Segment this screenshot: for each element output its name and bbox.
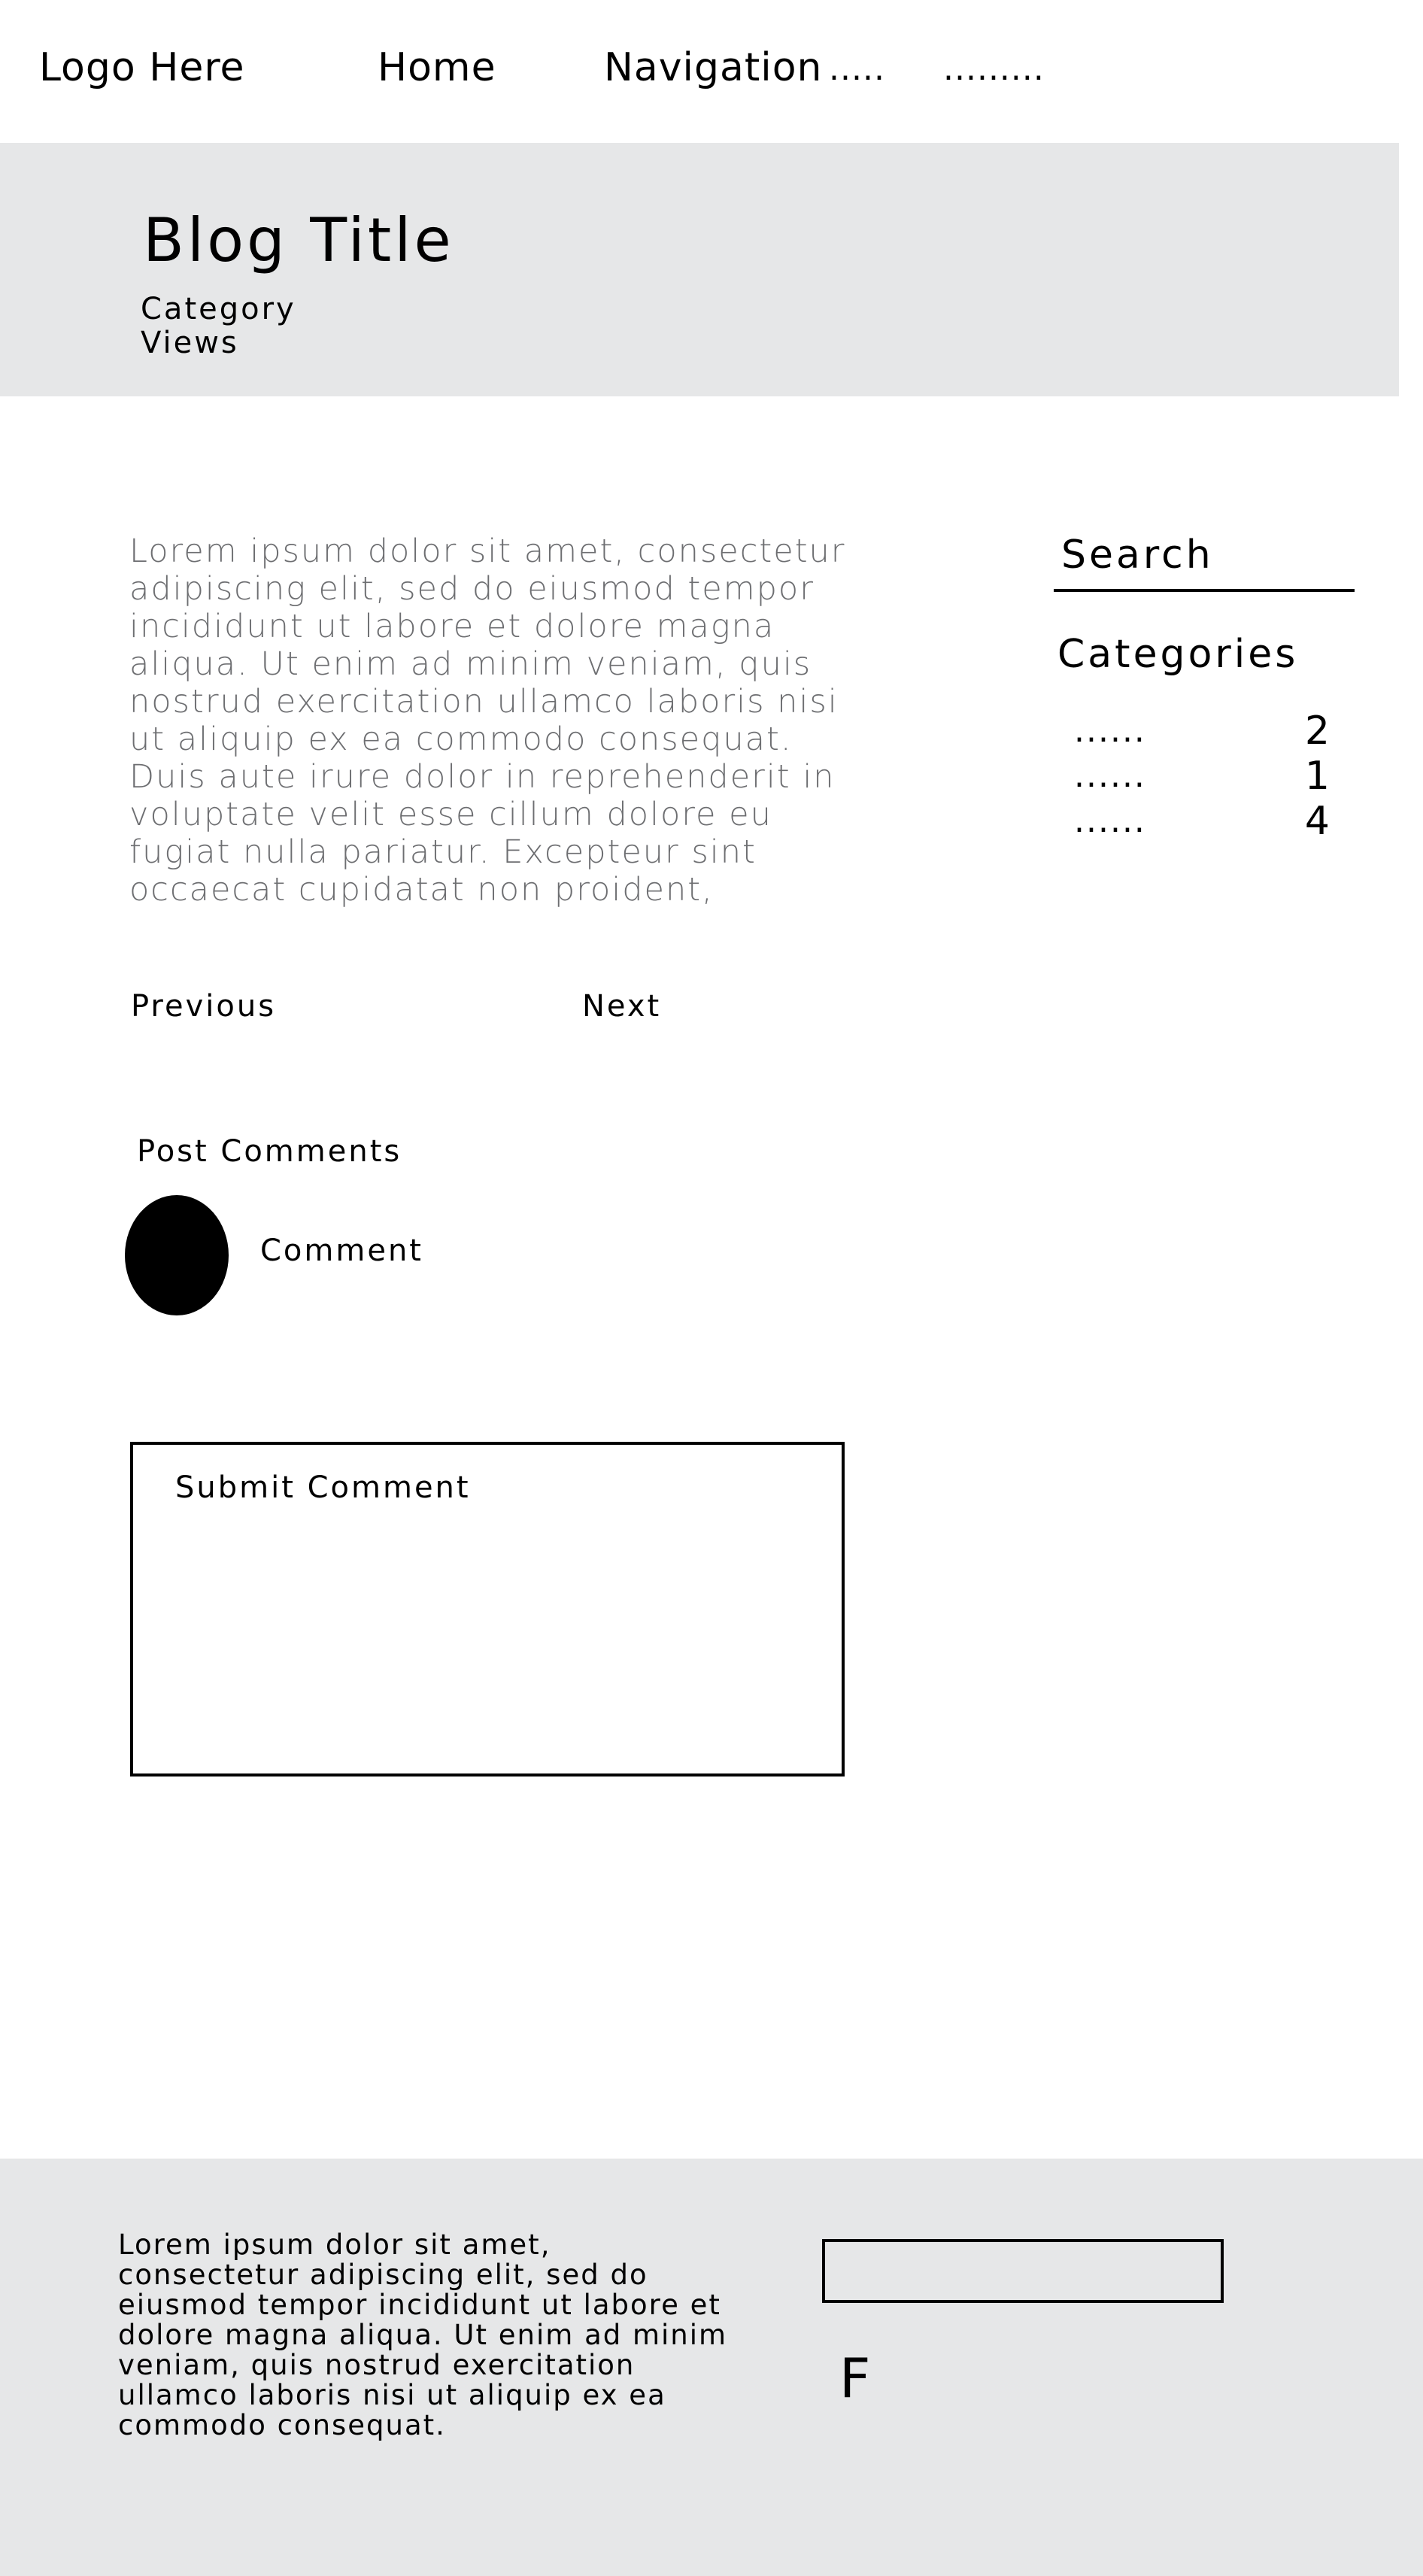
category-name: ...... — [1074, 712, 1146, 750]
footer-text: Lorem ipsum dolor sit amet, consectetur … — [118, 2229, 728, 2441]
hero-banner: Blog Title Category Views — [0, 143, 1399, 396]
categories-heading: Categories — [1057, 632, 1299, 677]
category-item[interactable]: ...... 4 — [1074, 800, 1330, 845]
search-input[interactable]: Search — [1061, 532, 1214, 578]
category-count: 4 — [1304, 799, 1330, 844]
category-count: 1 — [1304, 754, 1330, 799]
previous-link[interactable]: Previous — [131, 988, 276, 1025]
comment-textarea[interactable]: Submit Comment — [130, 1442, 845, 1776]
footer-social-link[interactable]: F — [839, 2348, 870, 2408]
footer: Lorem ipsum dolor sit amet, consectetur … — [0, 2159, 1423, 2576]
category-item[interactable]: ...... 1 — [1074, 755, 1330, 800]
footer-input[interactable] — [822, 2239, 1224, 2303]
submit-comment-label: Submit Comment — [175, 1470, 471, 1505]
next-link[interactable]: Next — [582, 988, 661, 1025]
post-body: Lorem ipsum dolor sit amet, consectetur … — [129, 532, 846, 909]
avatar — [125, 1195, 229, 1315]
category-item[interactable]: ...... 2 — [1074, 710, 1330, 755]
nav-item-more-2[interactable]: ......... — [943, 45, 1045, 93]
top-navigation: Logo Here Home Navigation ..... ........… — [0, 0, 1423, 143]
comment-text: Comment — [260, 1233, 423, 1268]
category-name: ...... — [1074, 757, 1146, 795]
nav-item-navigation[interactable]: Navigation — [604, 44, 822, 92]
category-name: ...... — [1074, 802, 1146, 840]
nav-item-more-1[interactable]: ..... — [829, 45, 885, 93]
category-count: 2 — [1304, 708, 1330, 754]
comments-heading: Post Comments — [137, 1134, 402, 1169]
page-title: Blog Title — [143, 205, 454, 275]
search-underline — [1054, 589, 1355, 592]
logo[interactable]: Logo Here — [39, 44, 245, 92]
post-views: Views — [141, 326, 239, 360]
post-category[interactable]: Category — [141, 292, 296, 326]
nav-item-home[interactable]: Home — [378, 44, 496, 92]
